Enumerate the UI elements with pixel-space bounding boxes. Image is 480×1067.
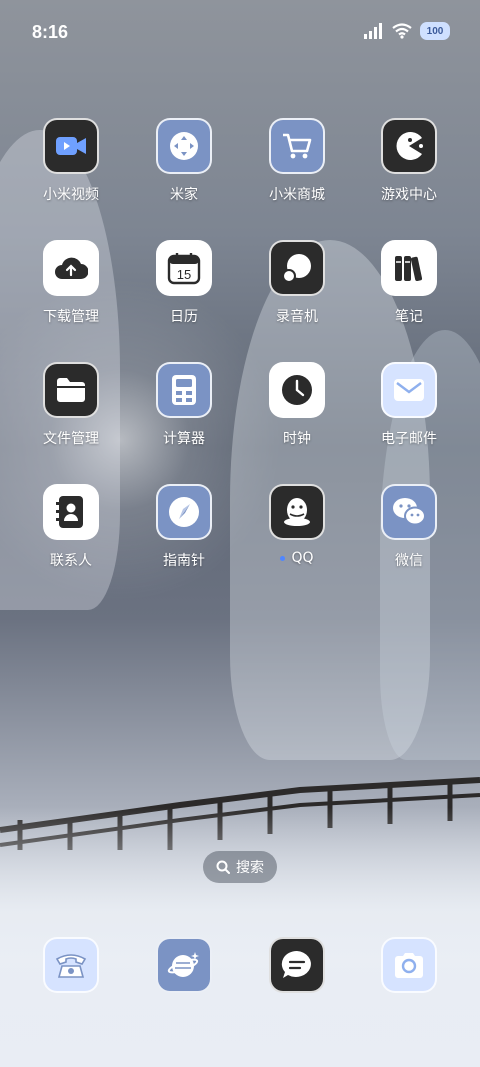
calendar-icon: 15: [156, 240, 212, 296]
books-icon: [381, 240, 437, 296]
app-notes[interactable]: 笔记: [361, 240, 457, 326]
app-label: 联系人: [50, 553, 92, 569]
app-calculator[interactable]: 计算器: [136, 362, 232, 448]
dpad-icon: [156, 118, 212, 174]
planet-icon: [156, 937, 212, 993]
app-label: 小米视频: [43, 187, 99, 203]
dock-browser[interactable]: [136, 937, 232, 993]
app-label: QQ: [249, 550, 345, 566]
app-label: 下载管理: [43, 309, 99, 325]
search-label: 搜索: [236, 860, 264, 876]
app-download-manager[interactable]: 下载管理: [23, 240, 119, 326]
app-label: 计算器: [163, 431, 205, 447]
app-label: 时钟: [283, 431, 311, 447]
app-label: 电子邮件: [381, 431, 437, 447]
app-email[interactable]: 电子邮件: [361, 362, 457, 448]
phone-icon: [43, 937, 99, 993]
app-clock[interactable]: 时钟: [249, 362, 345, 448]
app-mi-video[interactable]: 小米视频: [23, 118, 119, 204]
app-label: 录音机: [276, 309, 318, 325]
calculator-icon: [156, 362, 212, 418]
video-camera-icon: [43, 118, 99, 174]
app-contacts[interactable]: 联系人: [23, 484, 119, 570]
cloud-upload-icon: [43, 240, 99, 296]
mail-icon: [381, 362, 437, 418]
qq-penguin-icon: [269, 484, 325, 540]
shopping-cart-icon: [269, 118, 325, 174]
app-label: 米家: [170, 187, 198, 203]
clock-icon: [269, 362, 325, 418]
app-qq[interactable]: QQ: [249, 484, 345, 566]
app-label: 笔记: [395, 309, 423, 325]
app-wechat[interactable]: 微信: [361, 484, 457, 570]
dock-messages[interactable]: [249, 937, 345, 993]
status-time: 8:16: [32, 22, 69, 42]
contact-book-icon: [43, 484, 99, 540]
search-icon: [216, 860, 230, 874]
calendar-day-number: 15: [177, 267, 191, 282]
app-compass[interactable]: 指南针: [136, 484, 232, 570]
app-mi-store[interactable]: 小米商城: [249, 118, 345, 204]
app-label: 微信: [395, 553, 423, 569]
wifi-icon: [392, 23, 412, 39]
wechat-icon: [381, 484, 437, 540]
app-label: 指南针: [163, 553, 205, 569]
status-bar: 8:16 100: [0, 0, 480, 64]
camera-icon: [381, 937, 437, 993]
compass-icon: [156, 484, 212, 540]
app-calendar[interactable]: 15 日历: [136, 240, 232, 326]
dock-camera[interactable]: [361, 937, 457, 993]
app-file-manager[interactable]: 文件管理: [23, 362, 119, 448]
folder-icon: [43, 362, 99, 418]
home-search-button[interactable]: 搜索: [203, 851, 277, 883]
signal-icon: [364, 23, 382, 39]
app-label: 文件管理: [43, 431, 99, 447]
app-label: 日历: [170, 309, 198, 325]
messages-icon: [269, 937, 325, 993]
status-icons: 100: [364, 22, 450, 40]
app-label: 游戏中心: [381, 187, 437, 203]
app-recorder[interactable]: 录音机: [249, 240, 345, 326]
app-mijia[interactable]: 米家: [136, 118, 232, 204]
dock-phone[interactable]: [23, 937, 119, 993]
battery-indicator: 100: [420, 22, 450, 40]
new-badge-dot: [280, 555, 286, 561]
app-game-center[interactable]: 游戏中心: [361, 118, 457, 204]
pacman-icon: [381, 118, 437, 174]
app-label: 小米商城: [269, 187, 325, 203]
recorder-icon: [269, 240, 325, 296]
